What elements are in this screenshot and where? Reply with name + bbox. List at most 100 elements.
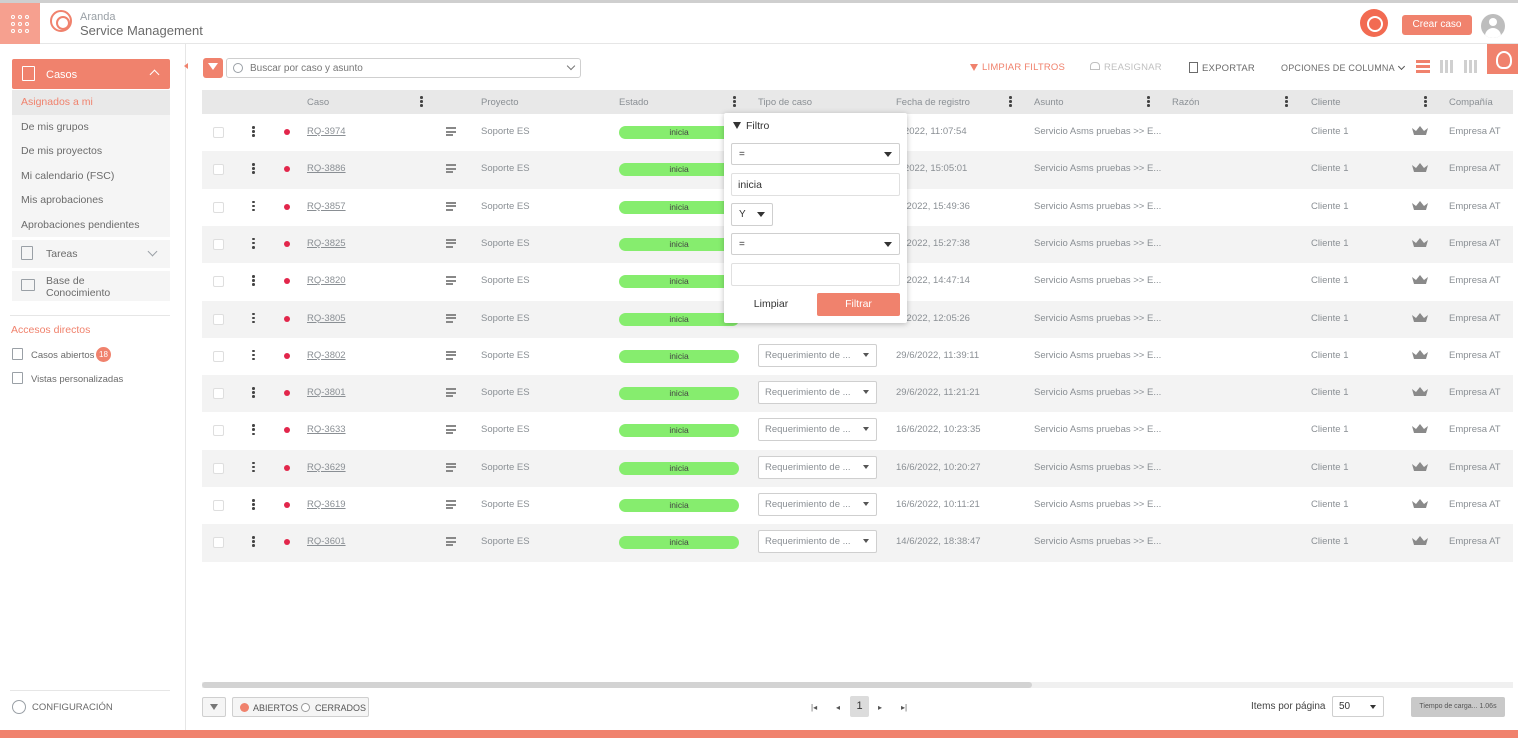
column-header-compania[interactable]: Compañía <box>1449 97 1493 108</box>
column-header-tipo[interactable]: Tipo de caso <box>758 97 812 108</box>
sidebar-item-grupos[interactable]: De mis grupos <box>12 114 170 139</box>
clear-filters-button[interactable]: LIMPIAR FILTROS <box>970 62 1065 73</box>
create-case-button[interactable]: Crear caso <box>1402 15 1472 35</box>
row-menu-icon[interactable] <box>252 312 255 324</box>
case-link[interactable]: RQ-3820 <box>307 275 346 286</box>
sidebar-item-tareas[interactable]: Tareas <box>12 240 170 268</box>
sidebar-item-base[interactable]: Base de Conocimiento <box>12 271 170 301</box>
row-menu-icon[interactable] <box>252 424 255 436</box>
chevron-up-icon[interactable] <box>149 69 160 80</box>
row-menu-icon[interactable] <box>252 126 255 137</box>
case-link[interactable]: RQ-3805 <box>307 313 346 324</box>
row-checkbox[interactable] <box>213 462 224 474</box>
case-link[interactable]: RQ-3825 <box>307 238 346 249</box>
table-row[interactable]: RQ-3601 Soporte ES inicia Requerimiento de … <box>202 524 1513 562</box>
details-icon[interactable] <box>446 276 456 286</box>
table-row[interactable]: RQ-3801 Soporte ES inicia Requerimiento de … <box>202 375 1513 413</box>
row-checkbox[interactable] <box>213 425 224 437</box>
config-link[interactable]: CONFIGURACIÓN <box>12 700 172 716</box>
column-header-fecha[interactable]: Fecha de registro <box>896 97 970 108</box>
prev-page-button[interactable]: ◂ <box>836 703 840 712</box>
shortcut-vistas[interactable]: Vistas personalizadas <box>11 372 171 388</box>
search-input[interactable]: Buscar por caso y asunto <box>226 58 581 78</box>
first-page-button[interactable]: |◂ <box>811 703 817 712</box>
grid-view-icon[interactable] <box>1440 60 1454 73</box>
case-link[interactable]: RQ-3633 <box>307 424 346 435</box>
filter-value-2-input[interactable] <box>731 263 900 286</box>
column-header-caso[interactable]: Caso <box>307 97 329 108</box>
case-link[interactable]: RQ-3857 <box>307 201 346 212</box>
details-icon[interactable] <box>446 313 456 324</box>
column-header-estado[interactable]: Estado <box>619 97 649 108</box>
case-type-select[interactable]: Requerimiento de ... <box>758 418 877 442</box>
case-type-select[interactable]: Requerimiento de ... <box>758 455 877 479</box>
row-checkbox[interactable] <box>213 313 224 325</box>
row-menu-icon[interactable] <box>252 275 255 286</box>
abiertos-radio[interactable] <box>240 703 249 712</box>
details-icon[interactable] <box>446 388 456 398</box>
sidebar-item-proyectos[interactable]: De mis proyectos <box>12 139 170 164</box>
row-checkbox[interactable] <box>213 201 224 213</box>
cerrados-radio[interactable] <box>301 703 310 712</box>
details-icon[interactable] <box>446 500 456 510</box>
filter-toggle-button[interactable] <box>203 58 223 78</box>
chevron-down-icon[interactable] <box>566 61 576 71</box>
card-view-icon[interactable] <box>1464 60 1478 73</box>
table-row[interactable]: RQ-3802 Soporte ES inicia Requerimiento de … <box>202 338 1513 375</box>
app-menu-icon[interactable] <box>0 3 40 44</box>
column-options-dropdown[interactable]: OPCIONES DE COLUMNA <box>1281 62 1405 73</box>
row-checkbox[interactable] <box>213 388 224 400</box>
details-icon[interactable] <box>446 238 456 249</box>
row-menu-icon[interactable] <box>252 499 255 510</box>
filter-operator-2-select[interactable]: = <box>731 233 900 255</box>
chevron-down-icon[interactable] <box>147 246 158 257</box>
row-menu-icon[interactable] <box>252 461 255 473</box>
case-link[interactable]: RQ-3619 <box>307 499 346 510</box>
horizontal-scrollbar[interactable] <box>202 682 1513 688</box>
row-checkbox[interactable] <box>213 500 224 511</box>
table-row[interactable]: RQ-3633 Soporte ES inicia Requerimiento de … <box>202 412 1513 449</box>
sidebar-item-casos[interactable]: Casos <box>12 59 170 89</box>
assistant-tab-icon[interactable] <box>1487 44 1518 74</box>
collapse-sidebar-icon[interactable] <box>184 63 188 69</box>
row-checkbox[interactable] <box>213 537 224 549</box>
next-page-button[interactable]: ▸ <box>878 703 882 712</box>
filter-apply-button[interactable]: Filtrar <box>817 293 900 316</box>
details-icon[interactable] <box>446 537 456 547</box>
row-menu-icon[interactable] <box>252 387 255 398</box>
case-link[interactable]: RQ-3886 <box>307 163 346 174</box>
row-menu-icon[interactable] <box>252 237 255 249</box>
avatar[interactable] <box>1481 14 1505 38</box>
filter-operator-1-select[interactable]: = <box>731 143 900 165</box>
details-icon[interactable] <box>446 462 456 473</box>
column-menu-icon[interactable] <box>1147 96 1150 107</box>
list-view-icon[interactable] <box>1416 60 1430 73</box>
case-type-select[interactable]: Requerimiento de ... <box>758 343 877 367</box>
sidebar-item-calendario[interactable]: Mi calendario (FSC) <box>12 163 170 188</box>
abiertos-label[interactable]: ABIERTOS <box>253 703 298 713</box>
cerrados-label[interactable]: CERRADOS <box>315 703 366 713</box>
details-icon[interactable] <box>446 164 456 174</box>
column-menu-icon[interactable] <box>1424 96 1427 107</box>
column-menu-icon[interactable] <box>1009 96 1012 107</box>
filter-logic-select[interactable]: Y <box>731 203 773 226</box>
row-checkbox[interactable] <box>213 276 224 288</box>
export-button[interactable]: EXPORTAR <box>1189 62 1255 74</box>
row-menu-icon[interactable] <box>252 163 255 174</box>
footer-filter-button[interactable] <box>202 697 226 717</box>
case-link[interactable]: RQ-3974 <box>307 126 346 137</box>
row-checkbox[interactable] <box>213 238 224 250</box>
last-page-button[interactable]: ▸| <box>901 703 907 712</box>
row-checkbox[interactable] <box>213 164 224 176</box>
reassign-button[interactable]: REASIGNAR <box>1090 62 1162 73</box>
column-menu-icon[interactable] <box>1285 96 1288 107</box>
details-icon[interactable] <box>446 350 456 361</box>
column-menu-icon[interactable] <box>420 96 423 107</box>
case-link[interactable]: RQ-3802 <box>307 350 346 361</box>
shortcut-casos-abiertos[interactable]: Casos abiertos 18 <box>11 347 171 363</box>
details-icon[interactable] <box>446 127 456 137</box>
case-type-select[interactable]: Requerimiento de ... <box>758 530 877 554</box>
sidebar-item-asignados[interactable]: Asignados a mi <box>12 90 170 115</box>
case-link[interactable]: RQ-3601 <box>307 536 346 547</box>
sidebar-item-aprobaciones[interactable]: Mis aprobaciones <box>12 188 170 213</box>
